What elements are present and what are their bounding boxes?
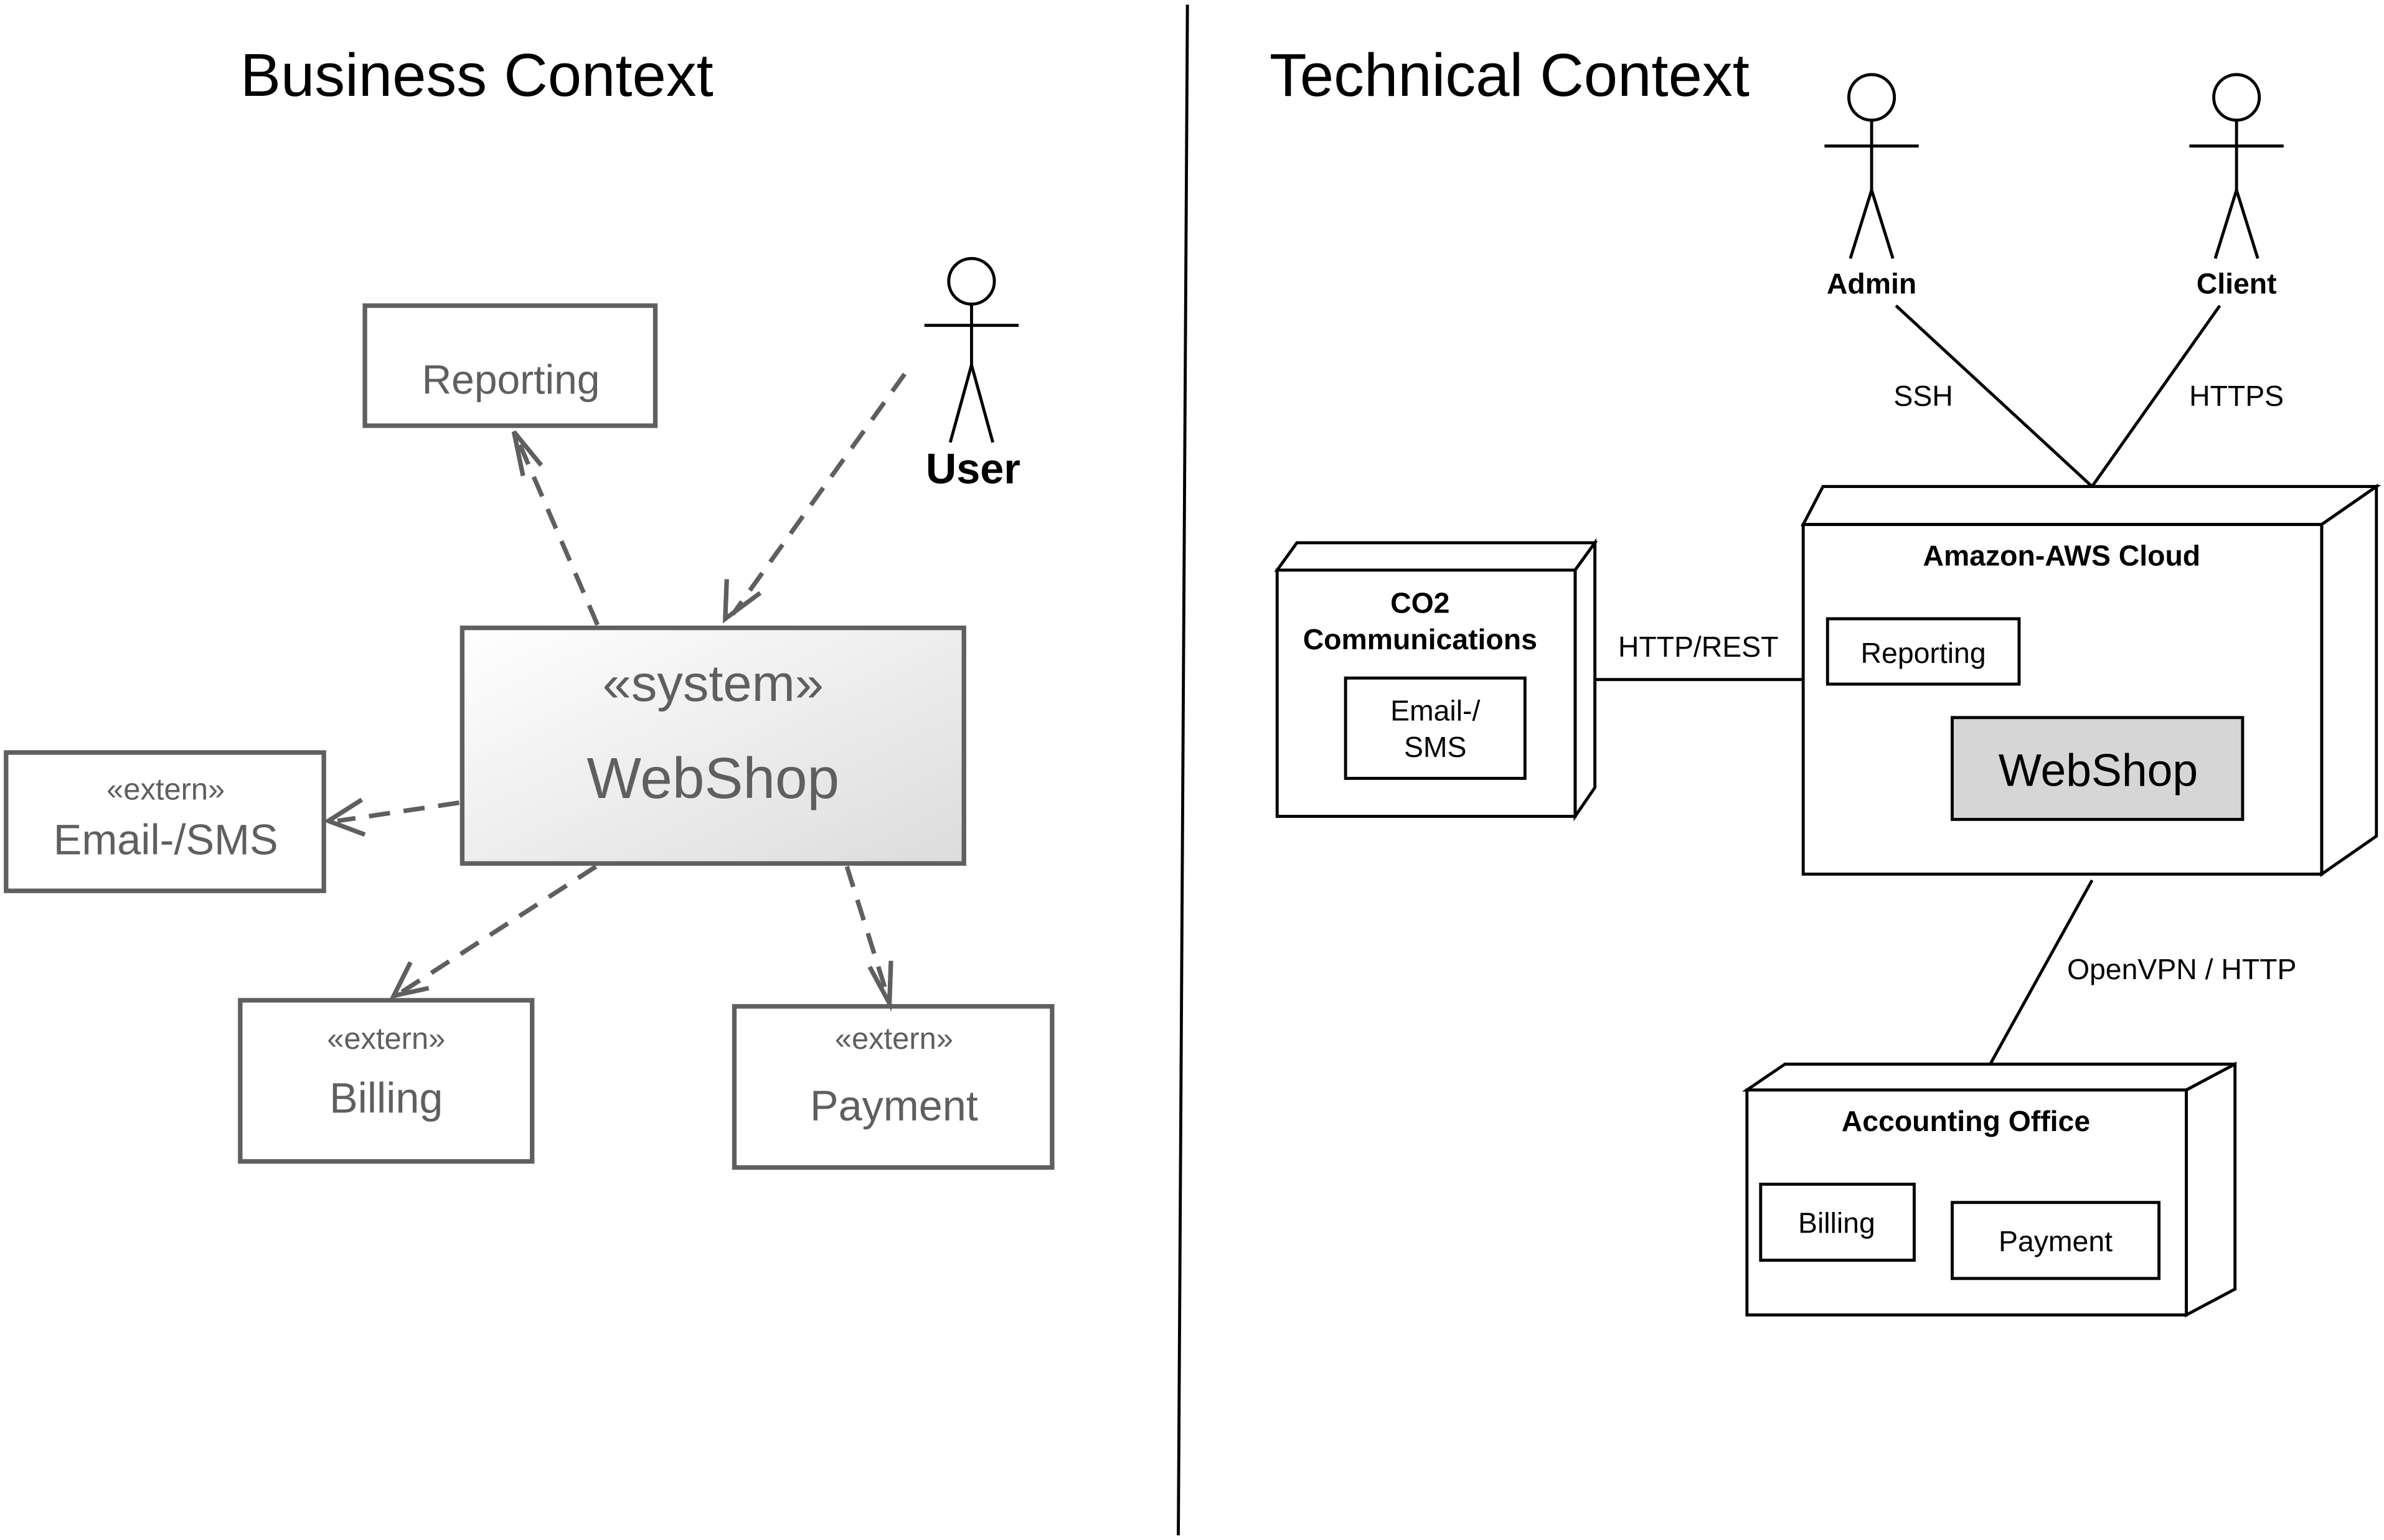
client-label: Client [2197,267,2277,299]
arrowhead-icon [389,961,430,999]
co2-email-sms-component[interactable]: Email-/ SMS [1344,676,1527,780]
co2-title-line2: Communications [1303,623,1537,655]
admin-label: Admin [1827,267,1916,299]
payment-component[interactable]: «extern» Payment [732,1004,1055,1170]
stick-figure-icon [924,256,1019,443]
webshop-system[interactable]: «system» WebShop [459,626,966,866]
email-sms-component[interactable]: «extern» Email-/SMS [4,750,326,893]
section-divider [1177,4,1189,1536]
user-label: User [926,446,1020,493]
accounting-title: Accounting Office [1842,1105,2090,1137]
system-stereotype: «system» [603,654,824,712]
admin-actor[interactable]: Admin [1824,73,1919,300]
reporting-component[interactable]: Reporting [362,303,658,428]
aws-webshop-component[interactable]: WebShop [1951,716,2245,821]
accounting-billing-component[interactable]: Billing [1759,1182,1916,1262]
co2-title-line1: CO2 [1390,586,1449,619]
billing-label: Billing [329,1075,443,1122]
co2-email-line1: Email-/ [1390,695,1480,727]
accounting-office-node[interactable]: Accounting Office Billing Payment [1741,1061,2237,1318]
dependency-webshop-email [323,797,460,837]
billing-component[interactable]: «extern» Billing [238,998,535,1164]
user-actor[interactable]: User [924,256,1020,493]
payment-stereotype: «extern» [835,1022,953,1056]
payment-label: Payment [810,1082,978,1130]
email-sms-label: Email-/SMS [54,817,278,864]
accounting-billing-label: Billing [1798,1207,1875,1239]
http-rest-label: HTTP/REST [1618,631,1779,663]
client-actor[interactable]: Client [2189,73,2284,300]
openvpn-label: OpenVPN / HTTP [2067,953,2297,985]
aws-cloud-node[interactable]: Amazon-AWS Cloud Reporting WebShop [1801,483,2382,877]
dependency-webshop-payment [844,865,893,1012]
aws-reporting-label: Reporting [1861,637,1986,669]
aws-webshop-label: WebShop [1999,745,2198,796]
webshop-label: WebShop [587,746,839,810]
email-sms-stereotype: «extern» [106,773,225,807]
accounting-payment-component[interactable]: Payment [1951,1201,2161,1280]
arrowhead-icon [323,797,366,837]
context-diagram: Business Context User Reporting «system»… [4,4,2382,1536]
dependency-webshop-reporting [511,430,600,626]
ssh-label: SSH [1893,380,1953,412]
arrowhead-icon [511,430,544,477]
co2-communications-node[interactable]: CO2 Communications Email-/ SMS [1274,538,1598,822]
accounting-payment-label: Payment [1999,1225,2113,1257]
business-context-title: Business Context [240,41,714,109]
aws-reporting-component[interactable]: Reporting [1826,617,2021,686]
reporting-label: Reporting [422,357,600,403]
dependency-user-webshop [722,372,907,624]
dependency-webshop-billing [389,864,598,999]
billing-stereotype: «extern» [327,1022,445,1056]
co2-email-line2: SMS [1404,731,1467,763]
stick-figure-icon [2189,73,2284,260]
https-label: HTTPS [2189,380,2284,412]
stick-figure-icon [1824,73,1919,260]
aws-title: Amazon-AWS Cloud [1923,540,2200,572]
technical-context-title: Technical Context [1270,41,1750,109]
